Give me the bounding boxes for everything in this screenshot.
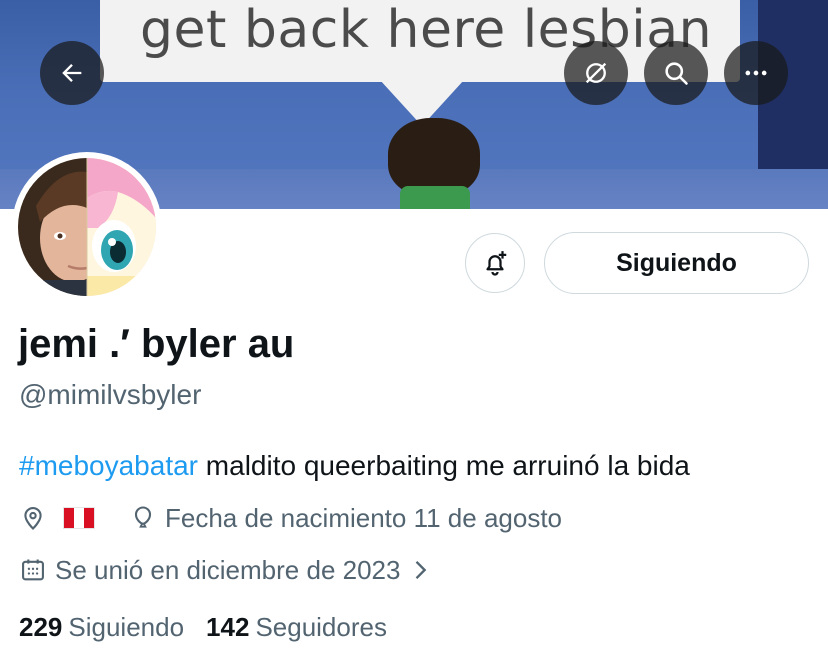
hide-button[interactable] (564, 41, 628, 105)
balloon-icon (134, 506, 152, 528)
bio-hashtag-link[interactable]: #meboyabatar (19, 450, 198, 481)
search-button[interactable] (644, 41, 708, 105)
chevron-right-icon (416, 561, 427, 579)
followers-count: 142 (206, 612, 250, 642)
bio-text: maldito queerbaiting me arruinó la bida (198, 450, 690, 481)
following-count: 229 (19, 612, 63, 642)
display-name: jemi .′ byler au (18, 322, 295, 366)
joined-row[interactable]: Se unió en diciembre de 2023 (19, 553, 434, 587)
avatar-image (18, 158, 156, 296)
following-stat[interactable]: 229 Siguiendo (19, 612, 184, 643)
banner-character-head (388, 118, 480, 196)
avatar[interactable] (12, 152, 162, 302)
birthday-text: Fecha de nacimiento 11 de agosto (165, 502, 563, 533)
banner-text: get back here lesbian (140, 0, 713, 60)
following-label: Siguiendo (68, 612, 185, 642)
eye-slash-icon (585, 62, 607, 84)
followers-stat[interactable]: 142 Seguidores (206, 612, 387, 643)
peru-flag-icon (63, 507, 95, 529)
bio: #meboyabatar maldito queerbaiting me arr… (19, 450, 690, 482)
followers-label: Seguidores (255, 612, 387, 642)
user-handle: @mimilvsbyler (19, 379, 202, 410)
arrow-left-icon (62, 64, 82, 82)
following-button[interactable]: Siguiendo (544, 232, 809, 294)
bell-plus-icon (486, 251, 507, 276)
calendar-icon (22, 559, 44, 581)
follow-stats: 229 Siguiendo 142 Seguidores (19, 612, 387, 643)
joined-text: Se unió en diciembre de 2023 (55, 554, 401, 585)
banner-character-body (400, 186, 470, 209)
notify-button[interactable] (465, 233, 525, 293)
more-button[interactable] (724, 41, 788, 105)
search-icon (665, 62, 688, 85)
more-horizontal-icon (745, 70, 767, 76)
location-birthday-row: Fecha de nacimiento 11 de agosto (19, 501, 562, 535)
location-pin-icon (24, 507, 42, 530)
back-button[interactable] (40, 41, 104, 105)
